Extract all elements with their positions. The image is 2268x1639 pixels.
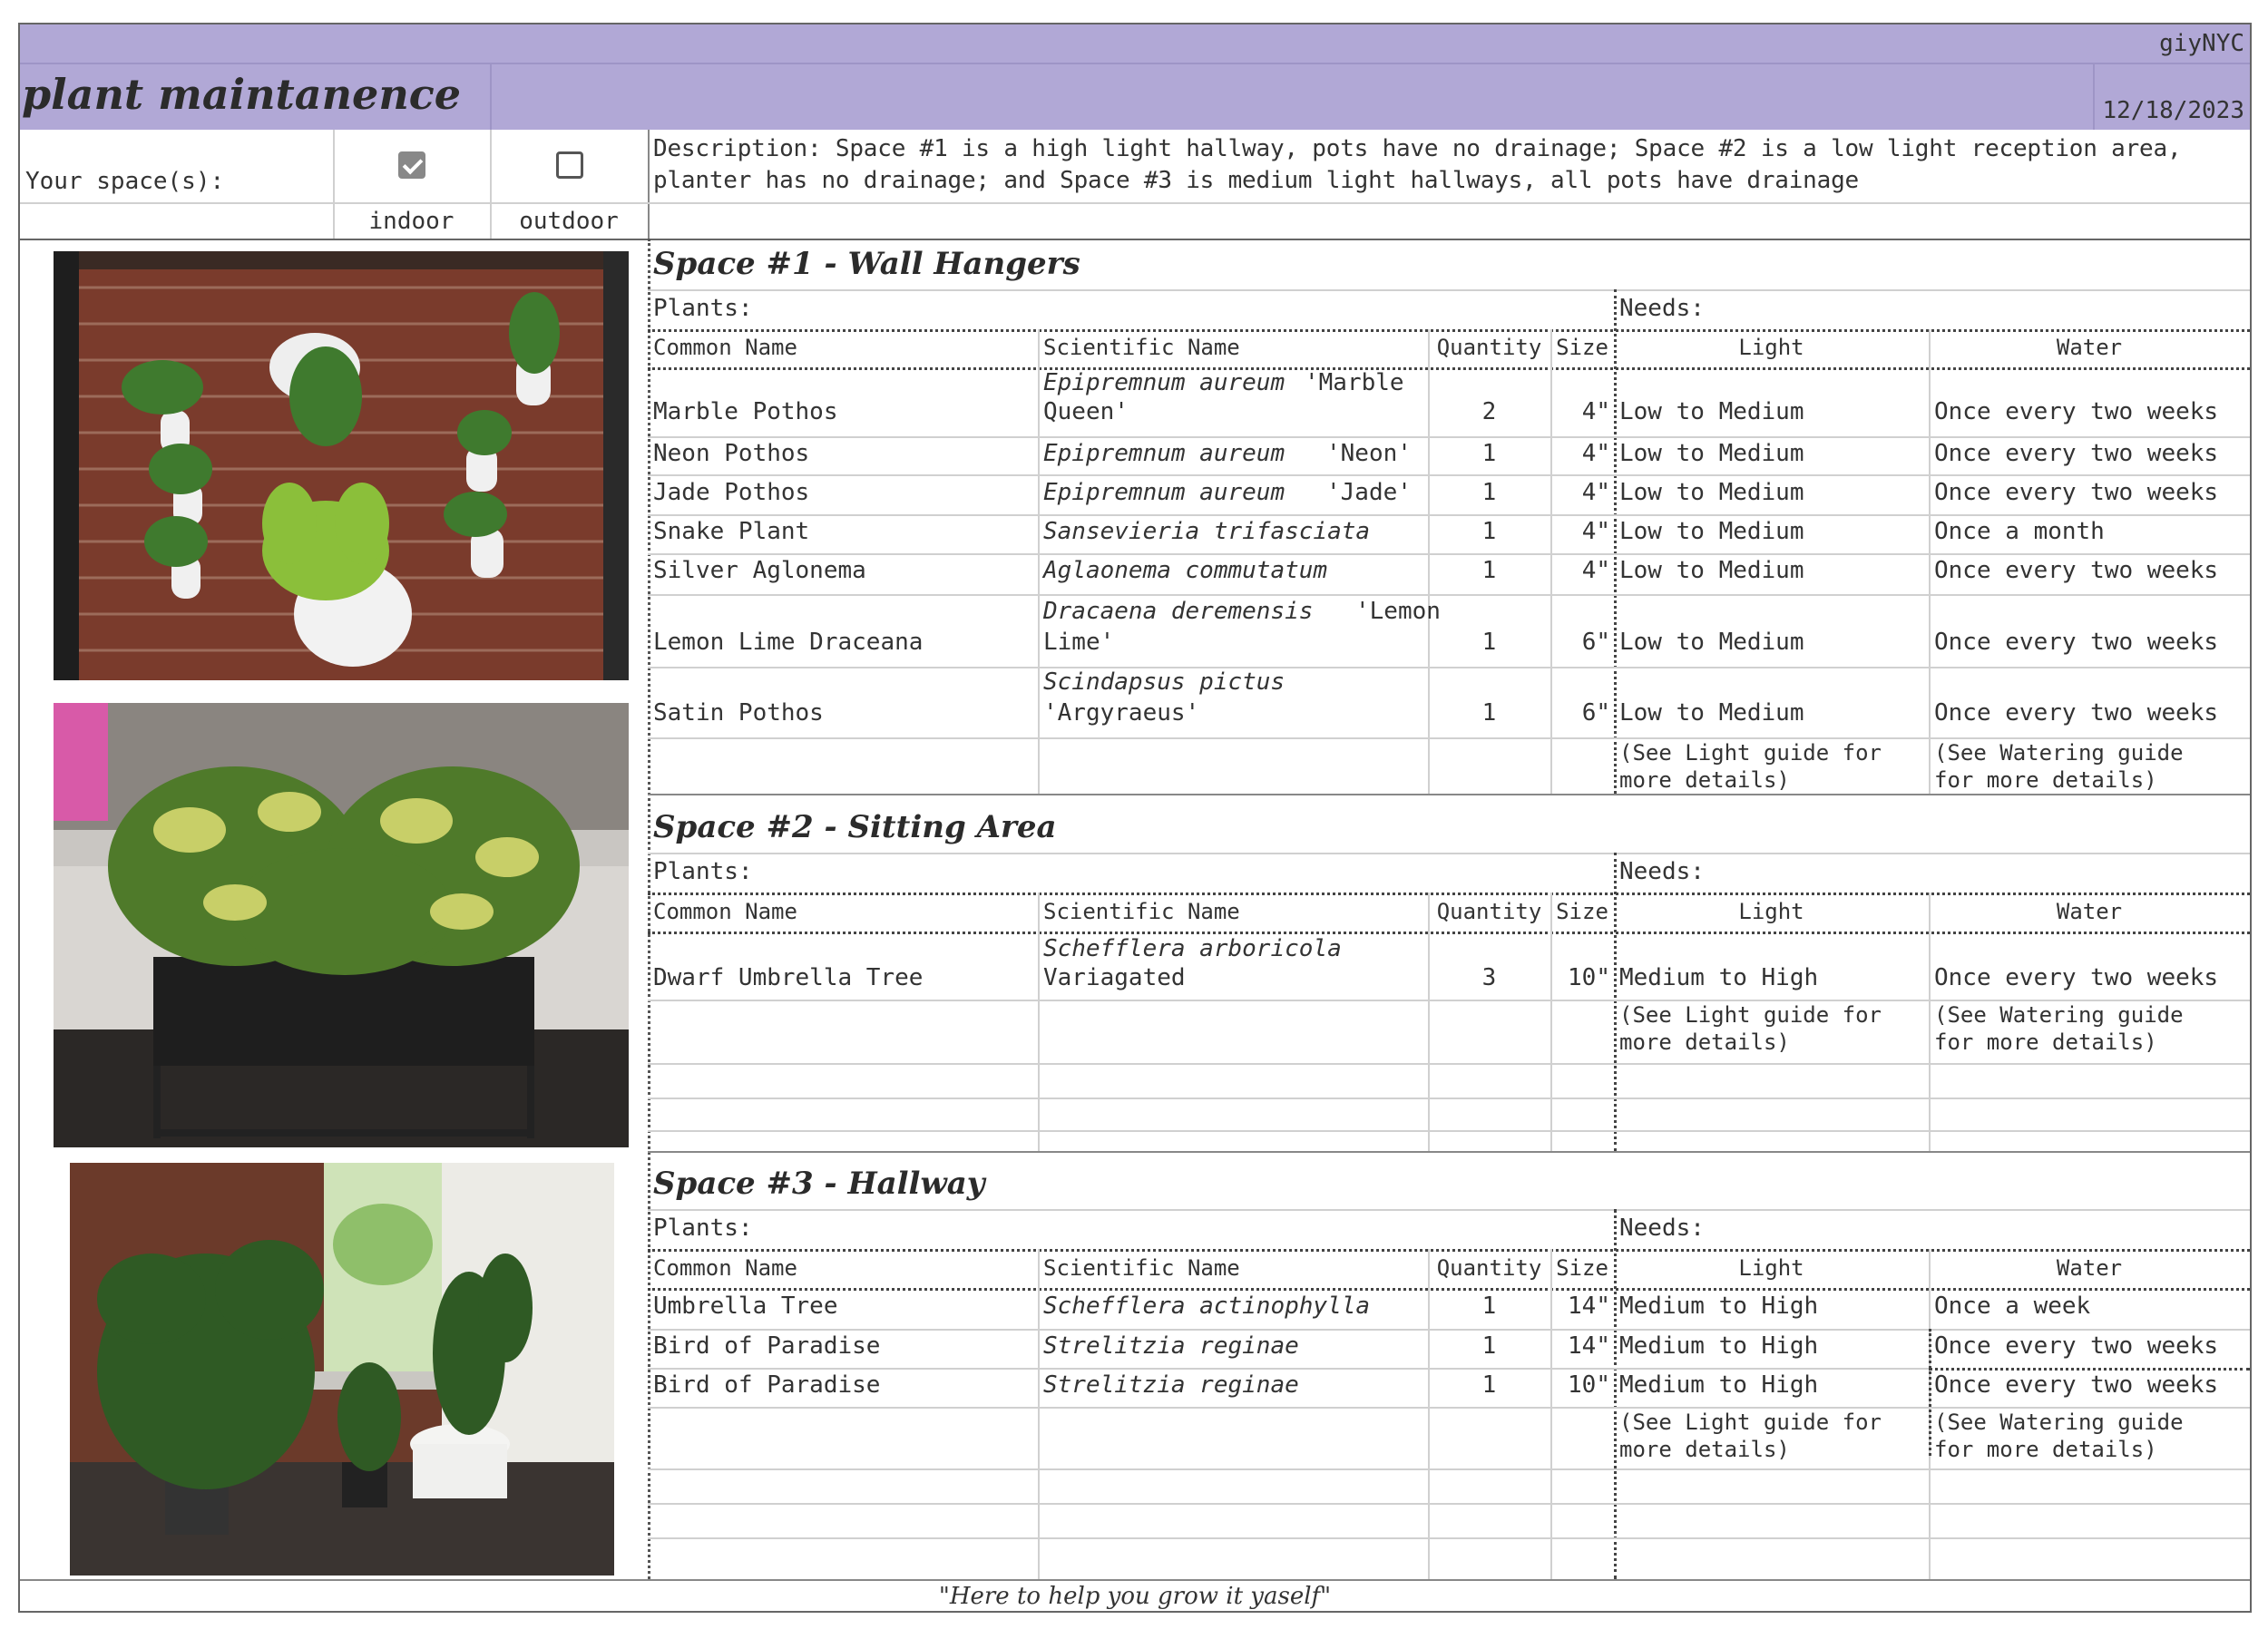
light-guide-note: (See Light guide for more details) — [1619, 740, 1882, 793]
col-common: Common Name — [653, 335, 797, 360]
tagline: "Here to help you grow it yaself" — [938, 1583, 1332, 1610]
col-scientific: Scientific Name — [1043, 335, 1240, 360]
photo-hallway — [70, 1163, 614, 1576]
indoor-label: indoor — [368, 208, 455, 235]
space-label: Your space(s): — [25, 168, 225, 195]
col-quantity: Quantity — [1436, 335, 1542, 360]
section-1-title: Space #1 - Wall Hangers — [653, 246, 1080, 282]
outdoor-label: outdoor — [519, 208, 619, 235]
indoor-checkbox[interactable] — [398, 151, 425, 179]
maintenance-sheet: giyNYC plant maintanence 12/18/2023 Your… — [18, 23, 2252, 1613]
outdoor-checkbox[interactable] — [556, 151, 583, 179]
photo-wall-hangers — [54, 251, 629, 680]
section-2-title: Space #2 - Sitting Area — [653, 809, 1057, 845]
sci-extra-marble: 'Marble — [1305, 369, 1404, 396]
col-light: Light — [1738, 335, 1804, 360]
water-guide-note: (See Watering guide for more details) — [1934, 740, 2184, 793]
needs-label: Needs: — [1619, 295, 1705, 322]
description: Description: Space #1 is a high light ha… — [653, 135, 2182, 194]
brand-label: giyNYC — [2159, 30, 2244, 57]
col-water: Water — [2056, 335, 2123, 360]
section-3-title: Space #3 - Hallway — [653, 1166, 985, 1202]
photo-sitting-area — [54, 703, 629, 1147]
plants-label: Plants: — [653, 295, 753, 322]
page-title: plant maintanence — [22, 70, 462, 119]
col-size: Size — [1556, 335, 1608, 360]
date-label: 12/18/2023 — [2102, 97, 2244, 124]
